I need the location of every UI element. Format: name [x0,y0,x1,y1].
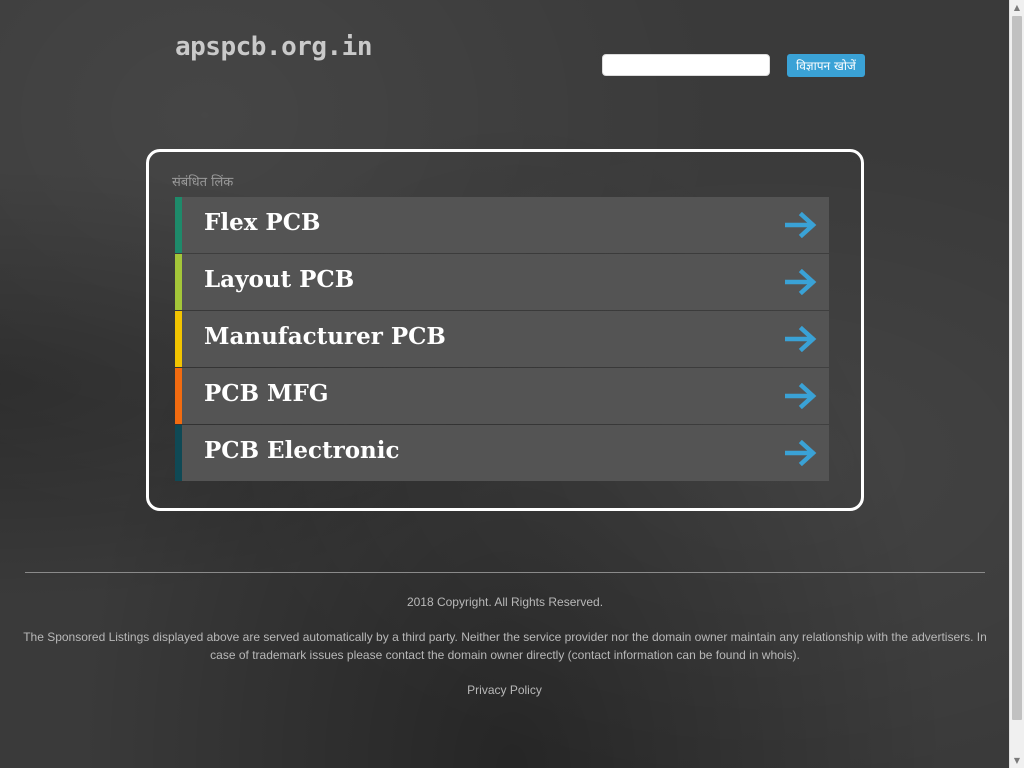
scroll-down-arrow-icon[interactable]: ▼ [1010,753,1024,768]
vertical-scrollbar[interactable]: ▲ ▼ [1009,0,1024,768]
right-arrow-icon [785,212,817,238]
related-link-label: PCB Electronic [204,437,400,464]
related-link-label: Manufacturer PCB [204,323,446,350]
link-color-stripe [175,311,182,367]
site-title[interactable]: apspcb.org.in [175,32,373,62]
related-links-list: Flex PCB Layout PCB Manufacturer PCB PCB… [175,197,829,482]
related-link-label: Layout PCB [204,266,355,293]
parked-domain-page: apspcb.org.in विज्ञापन खोजें संबंधित लिं… [0,0,1009,768]
related-link-manufacturer-pcb[interactable]: Manufacturer PCB [175,311,829,367]
search-button[interactable]: विज्ञापन खोजें [787,54,865,77]
related-link-label: Flex PCB [204,209,321,236]
privacy-policy-link[interactable]: Privacy Policy [0,683,1009,697]
right-arrow-icon [785,269,817,295]
search-input[interactable] [602,54,770,76]
right-arrow-icon [785,383,817,409]
link-color-stripe [175,425,182,481]
related-link-label: PCB MFG [204,380,329,407]
scrollbar-thumb[interactable] [1012,16,1022,720]
link-color-stripe [175,368,182,424]
footer-divider [25,572,985,573]
link-color-stripe [175,197,182,253]
right-arrow-icon [785,440,817,466]
right-arrow-icon [785,326,817,352]
link-color-stripe [175,254,182,310]
sponsored-listings-disclaimer: The Sponsored Listings displayed above a… [23,630,987,662]
related-link-pcb-mfg[interactable]: PCB MFG [175,368,829,424]
related-link-layout-pcb[interactable]: Layout PCB [175,254,829,310]
copyright-text: 2018 Copyright. All Rights Reserved. [406,595,604,609]
related-link-flex-pcb[interactable]: Flex PCB [175,197,829,253]
related-link-pcb-electronic[interactable]: PCB Electronic [175,425,829,481]
scroll-up-arrow-icon[interactable]: ▲ [1010,0,1024,15]
related-links-heading: संबंधित लिंक [172,175,234,190]
